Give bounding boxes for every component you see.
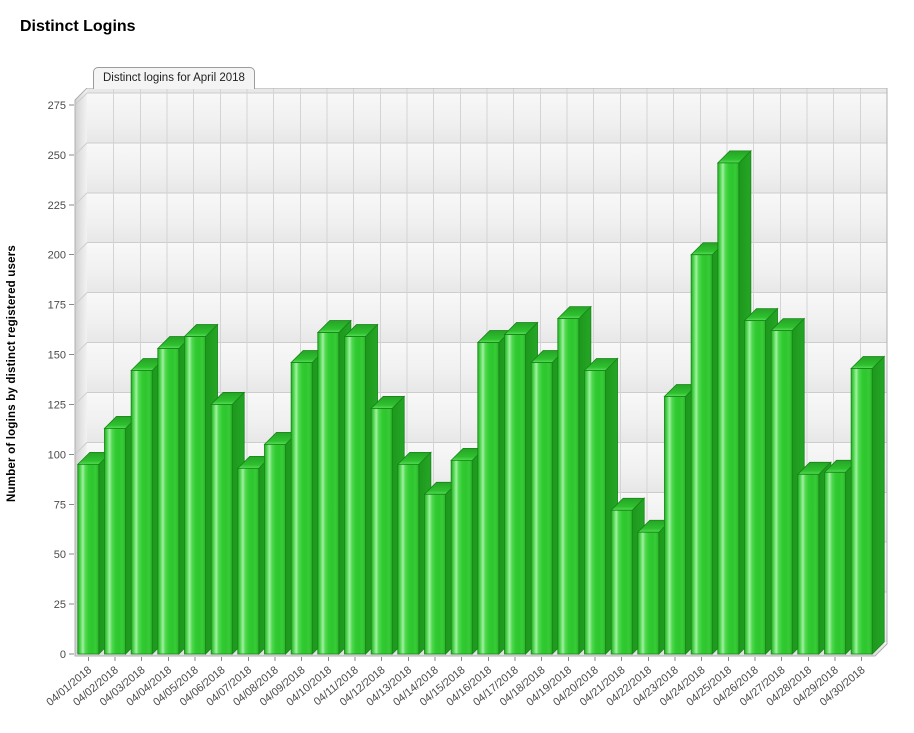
bar-front-face [478,343,499,654]
bar-front-face [798,474,819,654]
y-tick-label: 125 [48,399,66,411]
bar-front-face [531,363,552,654]
page: Distinct Logins Number of logins by dist… [0,0,914,733]
bar-front-face [558,319,579,654]
page-title: Distinct Logins [20,18,136,36]
y-tick-label: 50 [54,549,66,561]
y-axis-title: Number of logins by distinct registered … [6,245,18,502]
bar-front-face [344,337,365,654]
bar-front-face [638,532,659,654]
y-tick-label: 75 [54,499,66,511]
y-tick-label: 25 [54,599,66,611]
chart-series-tab[interactable]: Distinct logins for April 2018 [93,67,255,89]
y-tick-label: 225 [48,200,66,212]
bar-front-face [158,349,179,654]
y-tick-label: 150 [48,350,66,362]
bar-front-face [664,396,685,654]
bar-front-face [451,460,472,654]
y-tick-label: 0 [60,649,66,661]
bar-front-face [504,335,525,654]
bar-front-face [78,464,99,654]
bar-front-face [398,464,419,654]
bar-chart: 0 25 50 75 100 125 150 175 200 225 250 275 04/01/201… [35,88,914,733]
bar-front-face [131,371,152,654]
y-tick-label: 175 [48,300,66,312]
x-axis: 04/01/201804/02/201804/03/201804/04/2018… [44,657,867,709]
chart-area: 0 25 50 75 100 125 150 175 200 225 250 275 04/01/201… [35,88,914,733]
y-tick-label: 275 [48,100,66,112]
y-tick-label: 250 [48,150,66,162]
bar-front-face [291,363,312,654]
bar-front-face [211,404,232,654]
y-tick-label: 100 [48,449,66,461]
bar-front-face [371,408,392,654]
bar-front-face [238,468,259,654]
bar-front-face [424,494,445,654]
bar-front-face [744,321,765,654]
bar-front-face [611,510,632,654]
bar-side-face [872,357,884,654]
bar-front-face [318,333,339,654]
bar-front-face [104,428,125,654]
bar-front-face [184,337,205,654]
bar-front-face [824,472,845,654]
bar-front-face [584,371,605,654]
bar-04/30/2018[interactable] [851,357,884,654]
bar-front-face [264,444,285,654]
bar-front-face [771,331,792,654]
bar-front-face [851,369,872,654]
bar-front-face [718,163,739,654]
y-axis: 0 25 50 75 100 125 150 175 200 225 250 275 [48,100,74,661]
y-axis-title-wrap: Number of logins by distinct registered … [6,88,18,658]
y-tick-label: 200 [48,250,66,262]
bar-front-face [691,255,712,654]
